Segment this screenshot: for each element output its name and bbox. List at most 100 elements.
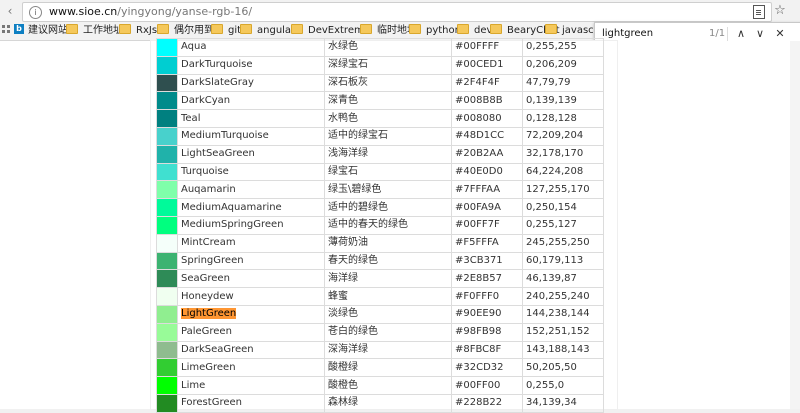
page-body: Aqua 水绿色 #00FFFF 0,255,255 DarkTurquoise 深绿宝石… — [151, 38, 617, 413]
color-name-en: SpringGreen — [177, 251, 325, 271]
color-swatch — [156, 322, 178, 342]
table-row: Teal 水鸭色 #008080 0,128,128 — [156, 109, 604, 128]
color-hex: #F0FFF0 — [451, 287, 523, 306]
color-name-cn: 水鸭色 — [324, 109, 452, 128]
table-row: ForestGreen 森林绿 #228B22 34,139,34 — [156, 393, 604, 413]
apps-shortcut[interactable] — [2, 22, 14, 40]
color-name-cn: 薄荷奶油 — [324, 233, 452, 253]
color-name-cn: 适中的绿宝石 — [324, 126, 452, 146]
color-rgb: 0,255,127 — [522, 215, 604, 235]
bing-icon: b — [14, 24, 24, 34]
bookmark-star-icon[interactable]: ☆ — [772, 2, 788, 20]
color-hex: #8FBC8F — [451, 340, 523, 360]
table-row: DarkTurquoise 深绿宝石 #00CED1 0,206,209 — [156, 55, 604, 75]
color-name-en: MediumAquamarine — [177, 198, 325, 217]
table-row: SeaGreen 海洋绿 #2E8B57 46,139,87 — [156, 269, 604, 289]
find-divider — [727, 27, 728, 41]
address-bar[interactable]: i www.sioe.cn/yingyong/yanse-rgb-16/ — [22, 2, 772, 22]
color-rgb: 60,179,113 — [522, 251, 604, 271]
color-hex: #00FFFF — [451, 38, 523, 57]
color-rgb: 0,250,154 — [522, 198, 604, 217]
color-rgb: 50,205,50 — [522, 358, 604, 378]
back-arrow-icon[interactable]: ‹ — [0, 0, 20, 22]
color-swatch — [156, 38, 178, 57]
table-row: Lime 酸橙色 #00FF00 0,255,0 — [156, 376, 604, 395]
table-row: LightSeaGreen 浅海洋绿 #20B2AA 32,178,170 — [156, 144, 604, 164]
color-hex: #2E8B57 — [451, 269, 523, 289]
url-text[interactable]: www.sioe.cn/yingyong/yanse-rgb-16/ — [49, 3, 252, 21]
color-hex: #40E0D0 — [451, 162, 523, 182]
color-hex: #90EE90 — [451, 304, 523, 324]
color-name-cn: 酸橙色 — [324, 376, 452, 395]
color-name-en: MediumTurquoise — [177, 126, 325, 146]
color-name-en: DarkCyan — [177, 91, 325, 111]
color-name-cn: 苍白的绿色 — [324, 322, 452, 342]
color-swatch — [156, 180, 178, 200]
color-name-en: ForestGreen — [177, 393, 325, 413]
color-name-en: DarkTurquoise — [177, 55, 325, 75]
color-name-cn: 森林绿 — [324, 393, 452, 413]
table-row: Aqua 水绿色 #00FFFF 0,255,255 — [156, 38, 604, 57]
bookmark-1[interactable]: 工作地址 — [66, 22, 123, 40]
folder-icon — [291, 24, 303, 34]
table-row: SpringGreen 春天的绿色 #3CB371 60,179,113 — [156, 251, 604, 271]
folder-icon — [240, 24, 252, 34]
table-row: DarkCyan 深青色 #008B8B 0,139,139 — [156, 91, 604, 111]
color-swatch — [156, 91, 178, 111]
color-name-cn: 水绿色 — [324, 38, 452, 57]
color-rgb: 143,188,143 — [522, 340, 604, 360]
color-swatch — [156, 162, 178, 182]
table-row: PaleGreen 苍白的绿色 #98FB98 152,251,152 — [156, 322, 604, 342]
color-hex: #00FF7F — [451, 215, 523, 235]
color-name-cn: 绿玉\碧绿色 — [324, 180, 452, 200]
color-name-cn: 适中的春天的绿色 — [324, 215, 452, 235]
color-name-cn: 淡绿色 — [324, 304, 452, 324]
folder-icon — [409, 24, 421, 34]
color-hex: #32CD32 — [451, 358, 523, 378]
color-name-cn: 深石板灰 — [324, 73, 452, 93]
folder-icon — [211, 24, 223, 34]
color-rgb: 152,251,152 — [522, 322, 604, 342]
color-name-en: SeaGreen — [177, 269, 325, 289]
color-swatch — [156, 287, 178, 306]
color-name-en: DarkSeaGreen — [177, 340, 325, 360]
bookmark-0[interactable]: b 建议网站 — [14, 22, 68, 40]
folder-icon — [490, 24, 502, 34]
color-name-en: Aqua — [177, 38, 325, 57]
color-hex: #7FFFAA — [451, 180, 523, 200]
color-rgb: 0,128,128 — [522, 109, 604, 128]
info-icon[interactable]: i — [29, 6, 42, 19]
color-rgb: 46,139,87 — [522, 269, 604, 289]
color-hex: #228B22 — [451, 393, 523, 413]
color-name-cn: 海洋绿 — [324, 269, 452, 289]
table-row: MintCream 薄荷奶油 #F5FFFA 245,255,250 — [156, 233, 604, 253]
bookmark-2[interactable]: RxJs — [119, 22, 157, 40]
color-rgb: 0,139,139 — [522, 91, 604, 111]
color-swatch — [156, 55, 178, 75]
color-rgb: 0,255,0 — [522, 376, 604, 395]
color-rgb: 127,255,170 — [522, 180, 604, 200]
color-name-en: LimeGreen — [177, 358, 325, 378]
color-swatch — [156, 233, 178, 253]
folder-icon — [457, 24, 469, 34]
color-rgb: 144,238,144 — [522, 304, 604, 324]
page-scrollbar[interactable] — [790, 41, 800, 409]
color-rgb: 0,206,209 — [522, 55, 604, 75]
color-swatch — [156, 358, 178, 378]
url-host: www.sioe.cn — [49, 5, 118, 18]
color-rgb: 34,139,34 — [522, 393, 604, 413]
color-rgb: 64,224,208 — [522, 162, 604, 182]
color-swatch — [156, 73, 178, 93]
table-row: MediumSpringGreen 适中的春天的绿色 #00FF7F 0,255,12… — [156, 215, 604, 235]
folder-icon — [157, 24, 169, 34]
url-path: /yingyong/yanse-rgb-16/ — [117, 5, 253, 18]
page-viewport: Aqua 水绿色 #00FFFF 0,255,255 DarkTurquoise 深绿宝石… — [0, 38, 800, 413]
color-hex: #F5FFFA — [451, 233, 523, 253]
color-name-en: MintCream — [177, 233, 325, 253]
page-info-icon[interactable] — [753, 5, 765, 19]
color-name-cn: 绿宝石 — [324, 162, 452, 182]
color-hex: #20B2AA — [451, 144, 523, 164]
color-name-en: Lime — [177, 376, 325, 395]
color-swatch — [156, 126, 178, 146]
color-name-en: Turquoise — [177, 162, 325, 182]
